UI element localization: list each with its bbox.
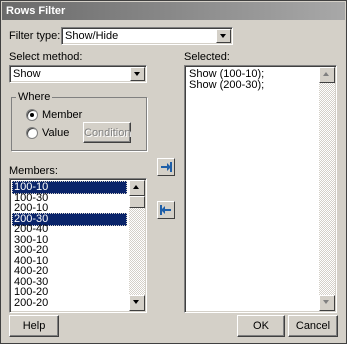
filter-type-dropdown[interactable]: Show/Hide (61, 27, 233, 45)
chevron-down-icon (133, 300, 139, 304)
members-list-item[interactable]: 200-20 (12, 297, 127, 310)
chevron-up-icon (323, 72, 329, 76)
filter-type-dropdown-button[interactable] (216, 29, 231, 43)
members-scrollbar[interactable] (129, 180, 145, 311)
selected-scroll-up-button[interactable] (319, 67, 335, 83)
members-list[interactable]: 100-10 100-30 200-10 200-30 200-40 300-10 300-… (9, 178, 147, 313)
remove-from-selected-button[interactable] (157, 201, 175, 219)
selected-list-item[interactable]: Show (200-30); (187, 79, 317, 92)
rows-filter-dialog: Rows Filter Filter type: Show/Hide Selec… (0, 0, 347, 344)
chevron-down-icon (134, 72, 140, 76)
members-scroll-down-button[interactable] (129, 295, 145, 311)
value-radio[interactable] (26, 127, 38, 139)
value-radio-label[interactable]: Value (42, 127, 69, 139)
where-group-title: Where (16, 91, 53, 103)
arrow-right-icon (161, 162, 172, 172)
chevron-up-icon (133, 185, 139, 189)
members-scroll-up-button[interactable] (129, 180, 145, 196)
selected-scroll-down-button[interactable] (319, 295, 335, 311)
member-radio-label[interactable]: Member (42, 109, 82, 121)
member-radio[interactable] (26, 109, 38, 121)
select-method-dropdown-button[interactable] (130, 67, 145, 81)
arrow-left-icon (160, 205, 171, 215)
help-button[interactable]: Help (9, 315, 59, 337)
condition-button[interactable]: Condition (83, 122, 131, 143)
select-method-label: Select method: (9, 51, 83, 63)
selected-scrollbar[interactable] (319, 67, 335, 311)
filter-type-value: Show/Hide (65, 30, 119, 42)
members-label: Members: (9, 165, 58, 177)
chevron-down-icon (220, 34, 226, 38)
select-method-value: Show (13, 68, 41, 80)
filter-type-label: Filter type: (9, 30, 61, 42)
select-method-dropdown[interactable]: Show (9, 65, 147, 83)
ok-button[interactable]: OK (237, 315, 285, 337)
chevron-down-icon (323, 300, 329, 304)
cancel-button[interactable]: Cancel (288, 315, 338, 337)
members-scroll-thumb[interactable] (129, 196, 145, 208)
title-bar: Rows Filter (2, 2, 345, 20)
selected-list[interactable]: Show (100-10); Show (200-30); (184, 65, 337, 313)
add-to-selected-button[interactable] (157, 158, 175, 176)
selected-label: Selected: (184, 51, 230, 63)
